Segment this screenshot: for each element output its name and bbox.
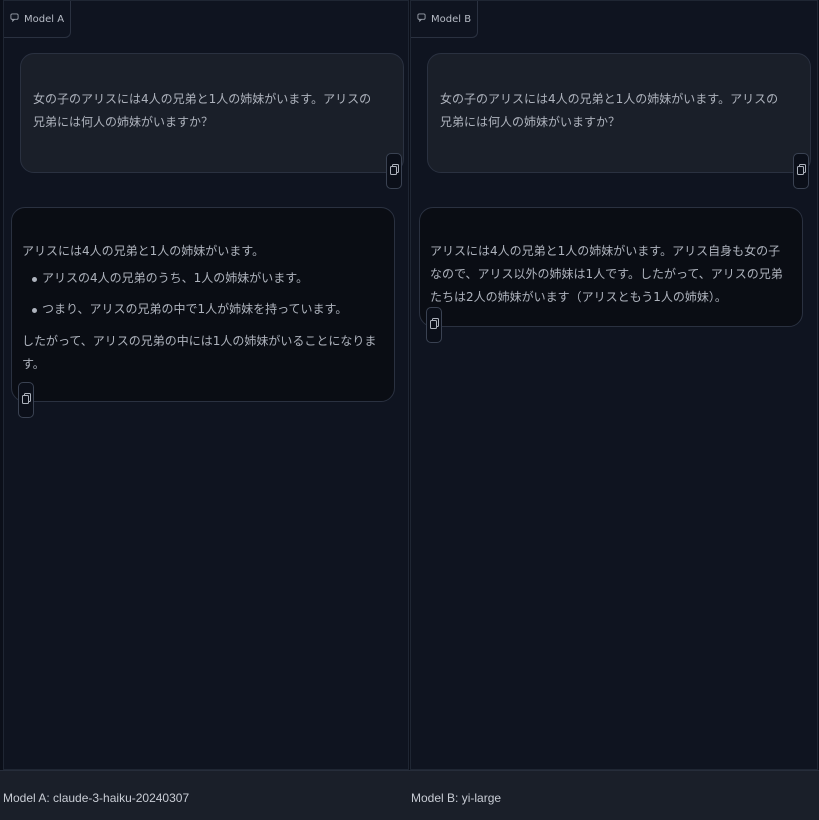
model-a-tag-label: Model A	[24, 13, 65, 25]
copy-button[interactable]	[18, 382, 34, 418]
chat-bubble-icon	[10, 13, 19, 25]
response-list: アリスの4人の兄弟のうち、1人の姉妹がいます。 つまり、アリスの兄弟の中で1人が…	[22, 267, 382, 321]
list-item: アリスの4人の兄弟のうち、1人の姉妹がいます。	[32, 267, 382, 290]
model-b-tag-label: Model B	[431, 13, 472, 25]
user-message-bubble: 女の子のアリスには4人の兄弟と1人の姉妹がいます。アリスの兄弟には何人の姉妹がい…	[427, 53, 811, 189]
copy-icon	[796, 160, 806, 183]
response-text: アリスには4人の兄弟と1人の姉妹がいます。アリス自身も女の子なので、アリス以外の…	[430, 244, 783, 304]
model-b-tag: Model B	[411, 1, 479, 38]
user-message-text: 女の子のアリスには4人の兄弟と1人の姉妹がいます。アリスの兄弟には何人の姉妹がい…	[440, 92, 779, 129]
copy-icon	[429, 314, 439, 337]
model-a-name: Model A: claude-3-haiku-20240307	[3, 791, 190, 805]
copy-button[interactable]	[793, 153, 809, 189]
model-b-name: Model B: yi-large	[411, 791, 502, 805]
model-response-bubble: アリスには4人の兄弟と1人の姉妹がいます。アリス自身も女の子なので、アリス以外の…	[419, 207, 803, 343]
copy-icon	[389, 160, 399, 183]
model-b-panel: Model B 女の子のアリスには4人の兄弟と1人の姉妹がいます。アリスの兄弟に…	[410, 0, 818, 770]
model-footer: Model A: claude-3-haiku-20240307 Model B…	[0, 770, 819, 820]
user-message-bubble: 女の子のアリスには4人の兄弟と1人の姉妹がいます。アリスの兄弟には何人の姉妹がい…	[20, 53, 404, 189]
list-item: つまり、アリスの兄弟の中で1人が姉妹を持っています。	[32, 298, 382, 321]
user-message-text: 女の子のアリスには4人の兄弟と1人の姉妹がいます。アリスの兄弟には何人の姉妹がい…	[33, 92, 372, 129]
model-response-bubble: アリスには4人の兄弟と1人の姉妹がいます。 アリスの4人の兄弟のうち、1人の姉妹…	[11, 207, 395, 418]
model-a-panel: Model A 女の子のアリスには4人の兄弟と1人の姉妹がいます。アリスの兄弟に…	[3, 0, 409, 770]
model-a-tag: Model A	[4, 1, 72, 38]
copy-button[interactable]	[426, 307, 442, 343]
response-conclusion: したがって、アリスの兄弟の中には1人の姉妹がいることになります。	[22, 334, 377, 371]
copy-button[interactable]	[386, 153, 402, 189]
copy-icon	[21, 389, 31, 412]
chat-bubble-icon	[417, 13, 426, 25]
response-intro: アリスには4人の兄弟と1人の姉妹がいます。	[22, 244, 265, 258]
